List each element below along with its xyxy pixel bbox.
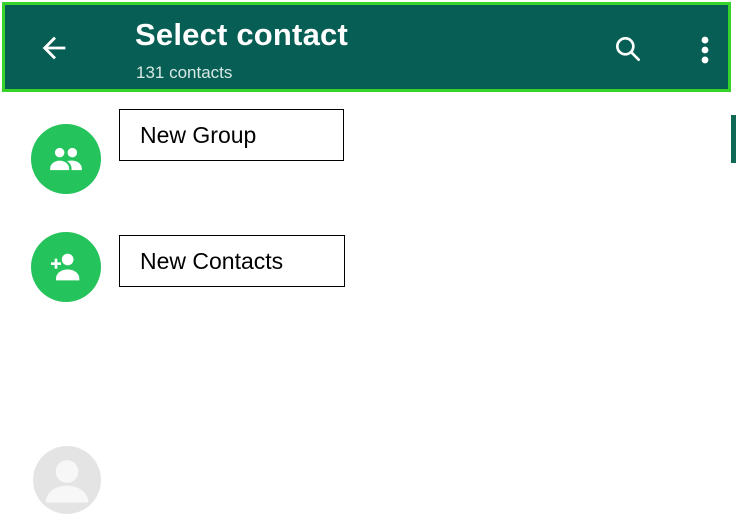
person-icon bbox=[45, 460, 89, 503]
page-title: Select contact bbox=[135, 17, 348, 52]
back-arrow-icon[interactable] bbox=[37, 31, 71, 65]
group-avatar bbox=[31, 124, 101, 194]
search-icon[interactable] bbox=[612, 33, 644, 65]
new-contacts-label: New Contacts bbox=[119, 235, 345, 287]
add-person-icon bbox=[51, 253, 80, 281]
new-group-label: New Group bbox=[119, 109, 344, 161]
more-options-icon[interactable] bbox=[695, 33, 715, 67]
new-group-row[interactable]: New Group bbox=[0, 109, 700, 200]
scrollbar[interactable] bbox=[731, 115, 736, 163]
contacts-count: 131 contacts bbox=[136, 63, 233, 82]
contact-avatar-placeholder[interactable] bbox=[33, 446, 101, 514]
group-icon bbox=[50, 147, 82, 171]
new-contacts-row[interactable]: New Contacts bbox=[0, 232, 700, 312]
app-bar: Select contact 131 contacts bbox=[2, 2, 731, 92]
add-contact-avatar bbox=[31, 232, 101, 302]
